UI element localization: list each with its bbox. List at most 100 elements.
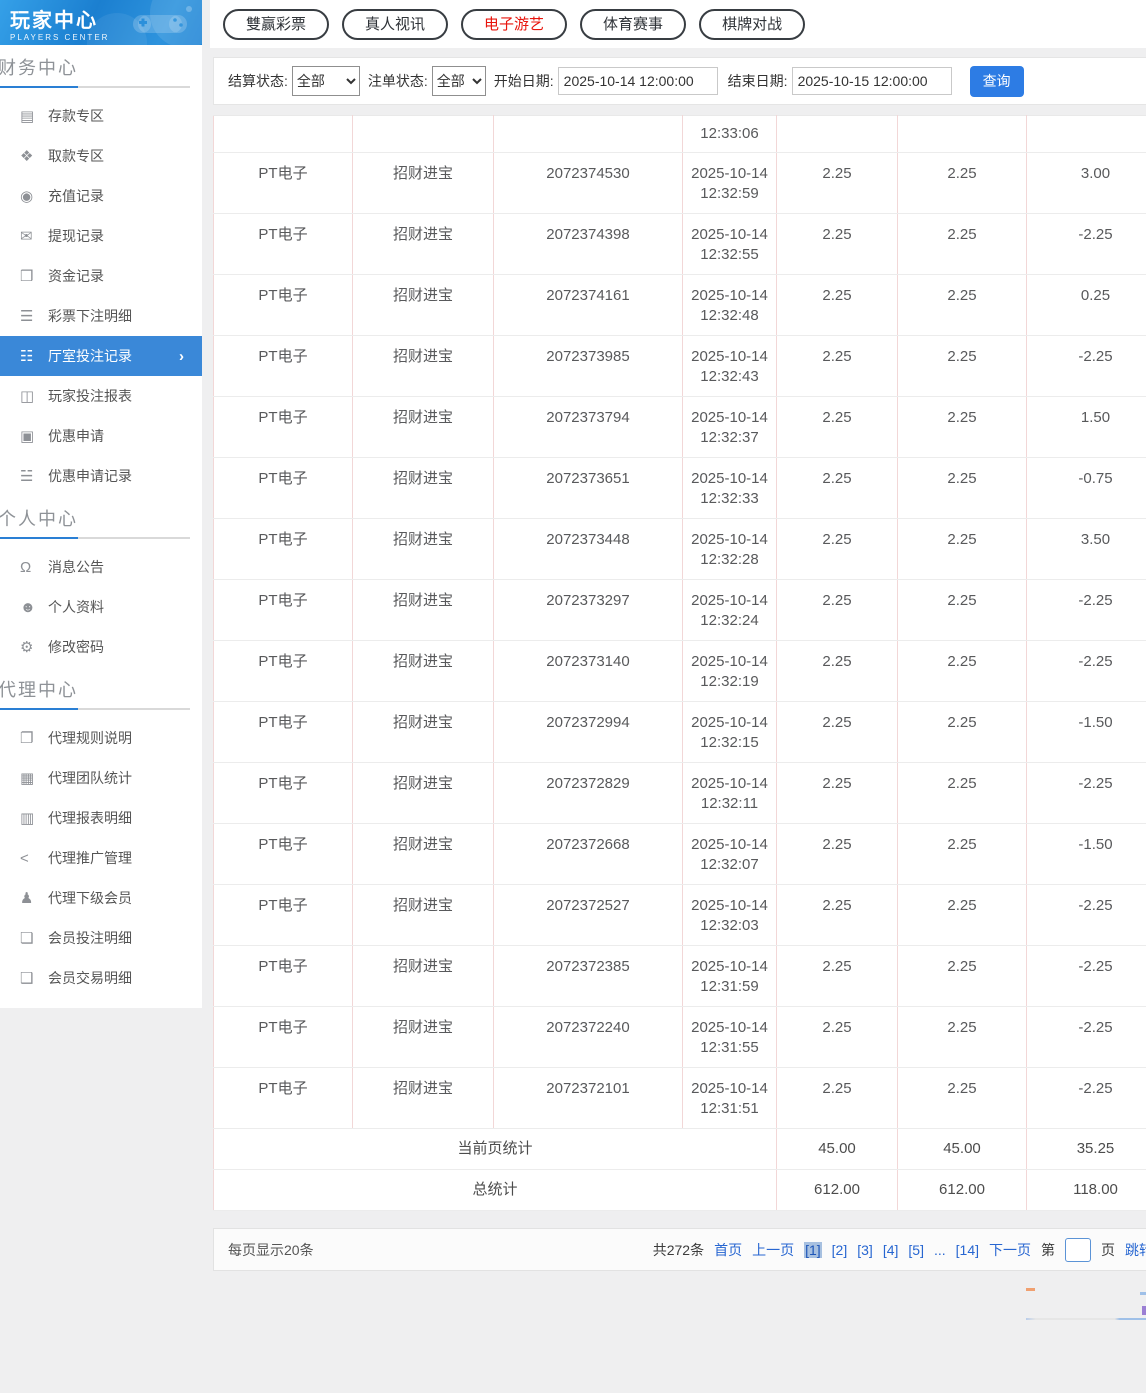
sidebar-item-promo-apply-records[interactable]: ☱ 优惠申请记录 › <box>0 456 202 496</box>
time-text: 12:32:07 <box>700 856 759 873</box>
platform-cell <box>213 115 353 153</box>
sidebar-item-agent-team-stats[interactable]: ▦ 代理团队统计 › <box>0 758 202 798</box>
pagination-controls: 共272条 首页 上一页 [1] [2] [3] [4] [5]... [14] 下一页 … <box>653 1237 1146 1262</box>
member-transactions-icon: ❑ <box>20 970 34 987</box>
sidebar-item-recharge-records[interactable]: ◉ 充值记录 › <box>0 176 202 216</box>
platform-cell: PT电子 <box>213 884 353 946</box>
goto-page-input[interactable] <box>1065 1237 1091 1262</box>
tab-electronic-games[interactable]: 电子游艺 <box>461 8 568 40</box>
gamepad-icon <box>133 6 192 33</box>
query-button[interactable]: 查询 <box>969 65 1024 97</box>
next-page-link[interactable]: 下一页 <box>989 1240 1031 1260</box>
sidebar-item-label: 充值记录 <box>48 188 104 204</box>
date-text: 2025-10-14 <box>691 1019 768 1036</box>
first-page-link[interactable]: 首页 <box>714 1240 742 1260</box>
sidebar-item-lottery-bet-details[interactable]: ☰ 彩票下注明细 › <box>0 296 202 336</box>
time-text: 12:32:37 <box>700 429 759 446</box>
sidebar-item-label: 个人资料 <box>48 599 104 615</box>
withdraw-records-icon: ✉ <box>20 228 33 245</box>
settle-status-select[interactable]: 全部 <box>291 66 360 96</box>
sidebar-item-fund-records[interactable]: ❒ 资金记录 › <box>0 256 202 296</box>
table-row: PT电子 招财进宝 2072373651 2025-10-14 12:32:33… <box>213 457 1146 519</box>
tab-board-games[interactable]: 棋牌对战 <box>699 8 806 40</box>
tab-lottery[interactable]: 雙赢彩票 <box>223 8 330 40</box>
start-date-input[interactable] <box>557 67 718 95</box>
datetime-cell: 2025-10-14 12:32:48 <box>682 274 777 336</box>
game-cell: 招财进宝 <box>352 884 494 946</box>
platform-cell: PT电子 <box>213 335 353 397</box>
bet-records-table: 12:33:06 PT电子 招财进宝 2072374530 2025-10-14… <box>213 115 1146 1211</box>
bet-amount-cell: 2.25 <box>776 762 898 824</box>
member-bet-details-icon: ❏ <box>20 930 34 947</box>
sidebar-item-announcements[interactable]: Ω 消息公告 › <box>0 547 202 587</box>
order-status-select[interactable]: 全部 <box>431 66 486 96</box>
valid-bet-cell: 2.25 <box>897 579 1027 641</box>
page-link-[interactable]: ... <box>934 1242 946 1258</box>
prev-page-link[interactable]: 上一页 <box>752 1240 794 1260</box>
bet-no-cell: 2072373794 <box>493 396 683 458</box>
category-tab-bar: 雙赢彩票 真人视讯 电子游艺 体育赛事 棋牌对战 <box>210 0 1146 48</box>
payout-cell: -2.25 <box>1026 945 1146 1007</box>
sidebar-item-member-bet-details[interactable]: ❏ 会员投注明细 › <box>0 918 202 958</box>
date-text: 2025-10-14 <box>691 531 768 548</box>
sidebar-item-deposit-zone[interactable]: ▤ 存款专区 › <box>0 96 202 136</box>
bet-no-cell: 2072374530 <box>493 152 683 214</box>
bet-amount-cell: 2.25 <box>776 213 898 275</box>
sidebar-section-title: 代理中心 <box>0 680 78 700</box>
table-row: PT电子 招财进宝 2072374530 2025-10-14 12:32:59… <box>213 152 1146 214</box>
end-date-input[interactable] <box>791 67 952 95</box>
valid-bet-cell: 2.25 <box>897 823 1027 885</box>
settle-status-label: 结算状态: <box>228 73 288 89</box>
hall-bet-records-icon: ☷ <box>20 348 34 365</box>
sidebar-item-label: 厅室投注记录 <box>48 348 132 364</box>
page-link-4[interactable]: [4] <box>883 1242 899 1258</box>
payout-cell: -2.25 <box>1026 640 1146 702</box>
time-text: 12:32:11 <box>700 795 759 812</box>
payout-cell: -1.50 <box>1026 701 1146 763</box>
summary-row: 总统计 612.00 612.00 118.00 <box>213 1169 1146 1211</box>
sidebar-item-change-password[interactable]: ⚙ 修改密码 › <box>0 627 202 667</box>
date-text: 2025-10-14 <box>691 470 768 487</box>
sidebar-section: 代理中心 ❐ 代理规则说明 › ▦ 代理团队统计 › ▥ 代理报表明细 › < … <box>0 680 202 998</box>
payout-cell: 3.00 <box>1026 152 1146 214</box>
valid-bet-cell: 2.25 <box>897 457 1027 519</box>
goto-jump-link[interactable]: 跳转 <box>1125 1240 1146 1260</box>
sidebar-item-label: 代理推广管理 <box>48 850 132 866</box>
table-row: PT电子 招财进宝 2072373794 2025-10-14 12:32:37… <box>213 396 1146 458</box>
bet-no-cell: 2072372829 <box>493 762 683 824</box>
page-link-5[interactable]: [5] <box>908 1242 924 1258</box>
platform-cell: PT电子 <box>213 274 353 336</box>
bet-no-cell: 2072372240 <box>493 1006 683 1068</box>
goto-suffix-text: 页 <box>1101 1241 1115 1258</box>
sidebar-item-hall-bet-records[interactable]: ☷ 厅室投注记录 › <box>0 336 202 376</box>
bet-no-cell: 2072372385 <box>493 945 683 1007</box>
sidebar-item-profile[interactable]: ☻ 个人资料 › <box>0 587 202 627</box>
recharge-records-icon: ◉ <box>20 188 34 205</box>
tab-live-video[interactable]: 真人视讯 <box>342 8 449 40</box>
page-link-2[interactable]: [2] <box>832 1242 848 1258</box>
platform-cell: PT电子 <box>213 945 353 1007</box>
datetime-cell: 2025-10-14 12:31:55 <box>682 1006 777 1068</box>
agent-promotion-icon: < <box>20 849 29 867</box>
sidebar-item-agent-rules[interactable]: ❐ 代理规则说明 › <box>0 718 202 758</box>
table-row-partial: 12:33:06 <box>213 115 1146 153</box>
category-tabs: 雙赢彩票 真人视讯 电子游艺 体育赛事 棋牌对战 <box>223 8 806 40</box>
page-link-1[interactable]: [1] <box>804 1241 822 1258</box>
sidebar-item-agent-promotion[interactable]: < 代理推广管理 › <box>0 838 202 878</box>
bet-no-cell: 2072374161 <box>493 274 683 336</box>
page-link-3[interactable]: [3] <box>857 1242 873 1258</box>
sidebar-item-agent-report-details[interactable]: ▥ 代理报表明细 › <box>0 798 202 838</box>
valid-bet-cell: 2.25 <box>897 701 1027 763</box>
sidebar-item-withdraw-zone[interactable]: ❖ 取款专区 › <box>0 136 202 176</box>
page-link-14[interactable]: [14] <box>956 1242 979 1258</box>
sidebar-item-member-transactions[interactable]: ❑ 会员交易明细 › <box>0 958 202 998</box>
sidebar-item-promo-apply[interactable]: ▣ 优惠申请 › <box>0 416 202 456</box>
tab-sports[interactable]: 体育赛事 <box>580 8 687 40</box>
sidebar-item-agent-sub-members[interactable]: ♟ 代理下级会员 › <box>0 878 202 918</box>
sidebar-item-withdraw-records[interactable]: ✉ 提现记录 › <box>0 216 202 256</box>
date-text: 2025-10-14 <box>691 836 768 853</box>
sidebar-item-player-bet-report[interactable]: ◫ 玩家投注报表 › <box>0 376 202 416</box>
valid-bet-cell <box>897 115 1027 153</box>
artifact-dash-orange <box>1026 1288 1035 1291</box>
valid-bet-cell: 2.25 <box>897 1006 1027 1068</box>
